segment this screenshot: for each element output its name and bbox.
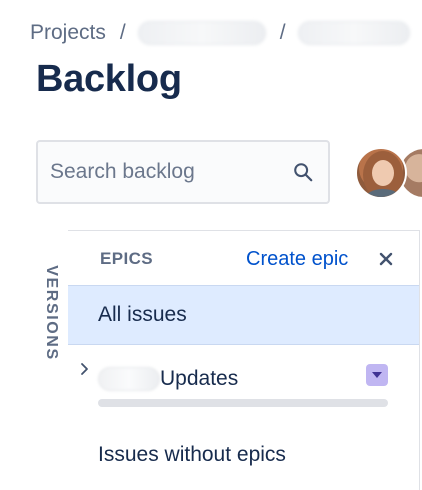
issues-without-epics-item[interactable]: Issues without epics bbox=[98, 443, 286, 467]
backlog-page: Projects / / Backlog VERSIONS EPICS bbox=[0, 0, 422, 490]
search-input[interactable] bbox=[50, 160, 290, 184]
epic-name: Updates bbox=[98, 365, 238, 393]
breadcrumb-board-link-redacted[interactable] bbox=[297, 21, 410, 45]
breadcrumb-separator: / bbox=[279, 21, 286, 44]
epic-name-suffix: Updates bbox=[160, 367, 239, 390]
breadcrumb: Projects / / bbox=[30, 18, 410, 48]
avatar[interactable] bbox=[355, 147, 407, 199]
search-box bbox=[36, 140, 330, 204]
all-issues-label: All issues bbox=[98, 303, 187, 326]
epic-progress-bar bbox=[98, 399, 388, 407]
create-epic-link[interactable]: Create epic bbox=[246, 248, 348, 271]
chevron-down-icon bbox=[372, 372, 382, 378]
epic-name-redacted bbox=[98, 367, 160, 391]
breadcrumb-separator: / bbox=[119, 21, 126, 44]
versions-tab-label: VERSIONS bbox=[43, 265, 60, 361]
search-icon[interactable] bbox=[290, 159, 316, 185]
epics-panel: EPICS Create epic All issues Updates Iss… bbox=[68, 230, 420, 490]
close-icon[interactable] bbox=[374, 247, 398, 271]
chevron-right-icon[interactable] bbox=[78, 362, 92, 376]
breadcrumb-project-link-redacted[interactable] bbox=[137, 21, 266, 45]
epics-panel-title: EPICS bbox=[100, 249, 154, 268]
epic-color-menu[interactable] bbox=[366, 364, 388, 386]
versions-tab[interactable]: VERSIONS bbox=[34, 258, 68, 368]
page-title: Backlog bbox=[36, 58, 182, 100]
breadcrumb-projects-link[interactable]: Projects bbox=[30, 21, 106, 45]
all-issues-item[interactable]: All issues bbox=[68, 285, 419, 345]
epics-panel-header: EPICS Create epic bbox=[68, 231, 420, 285]
